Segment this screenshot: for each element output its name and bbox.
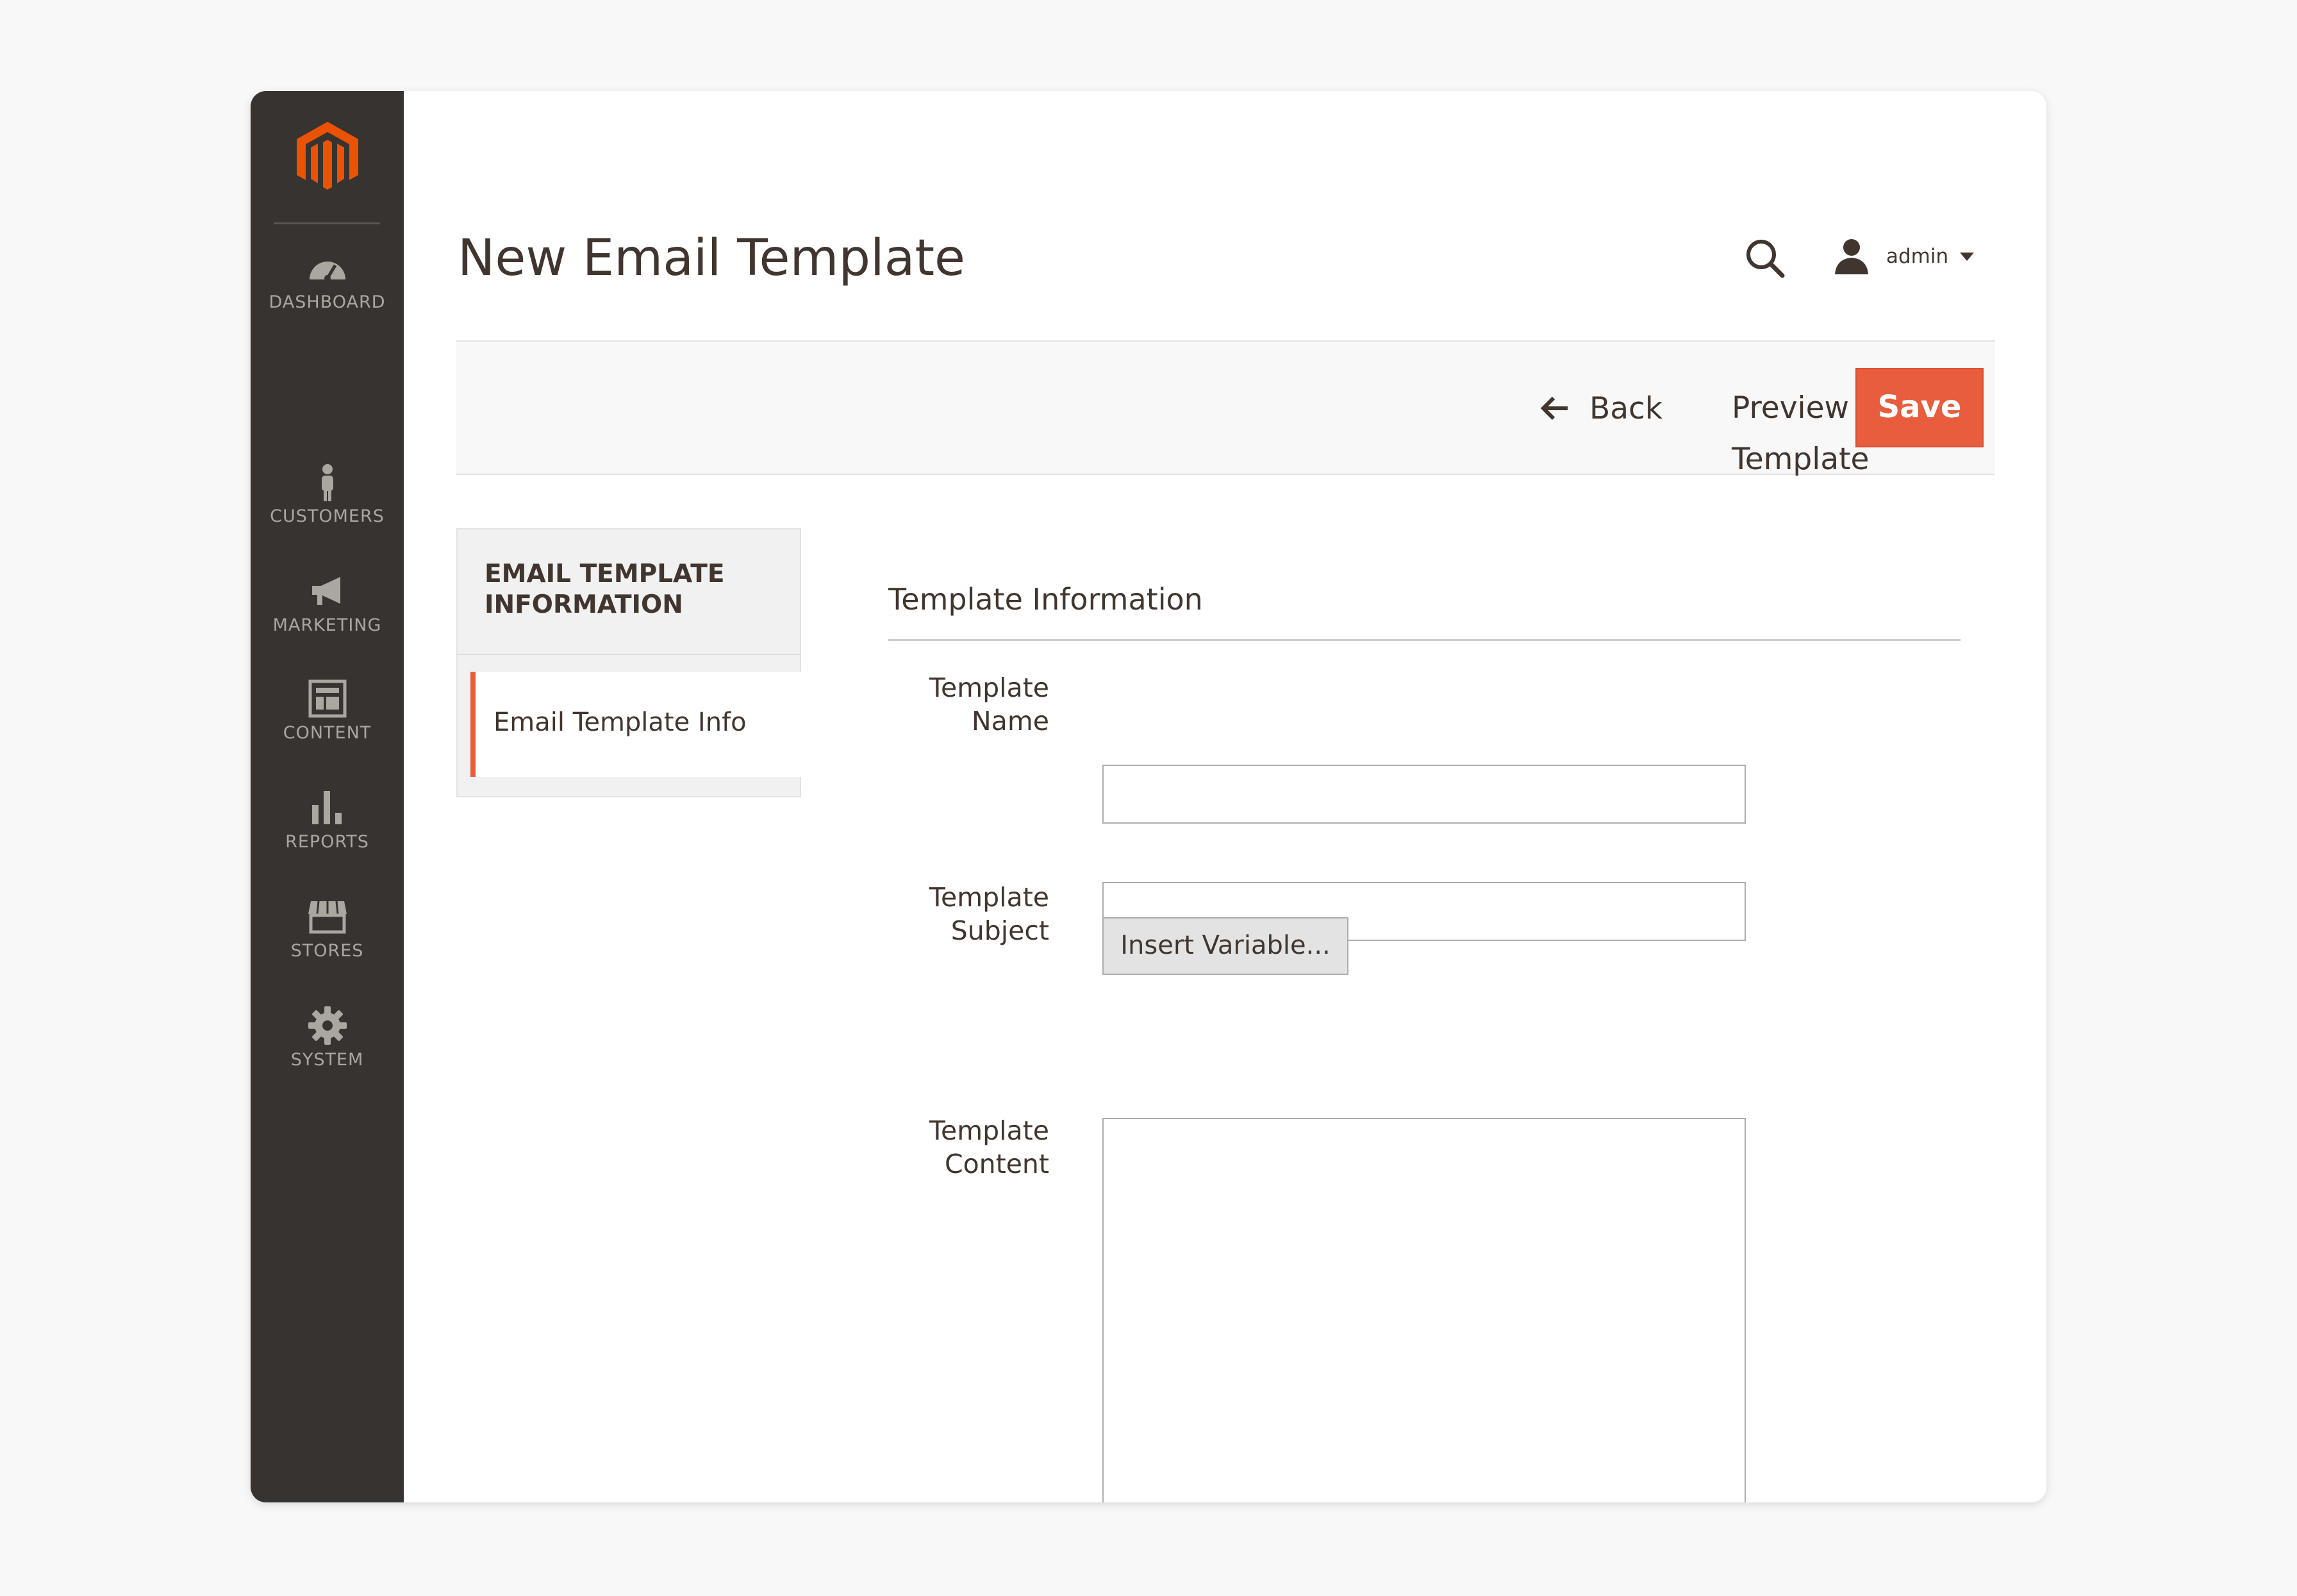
section-title: Template Information (888, 582, 1203, 617)
tabs-title-line1: EMAIL TEMPLATE (485, 560, 725, 588)
bar-chart-icon (307, 787, 348, 828)
back-label: Back (1589, 390, 1663, 426)
label-line: Template (929, 882, 1049, 913)
nav-label: STORES (290, 941, 364, 961)
section-divider (888, 639, 1961, 641)
tabs-title-line2: INFORMATION (485, 590, 683, 619)
gear-icon (307, 1005, 348, 1046)
template-content-textarea[interactable] (1102, 1118, 1746, 1502)
nav-item-reports[interactable]: REPORTS (251, 787, 404, 852)
nav-item-system[interactable]: SYSTEM (251, 1005, 404, 1070)
person-icon (307, 461, 348, 503)
template-name-label: Template Name (838, 671, 1049, 738)
page-title: New Email Template (458, 229, 966, 287)
label-line: Name (972, 706, 1049, 736)
label-line: Template (929, 1115, 1049, 1146)
nav-label: CONTENT (283, 723, 372, 743)
tab-email-template-info[interactable]: Email Template Info (470, 672, 801, 777)
nav-item-marketing[interactable]: MARKETING (251, 570, 404, 635)
speedometer-icon (307, 247, 348, 288)
nav-item-stores[interactable]: STORES (251, 896, 404, 961)
admin-username: admin (1886, 245, 1949, 268)
page-actions-bar: Back Preview Template Save (456, 340, 1995, 477)
arrow-left-icon (1539, 393, 1570, 424)
nav-label: DASHBOARD (269, 292, 386, 312)
tabs-divider (458, 654, 800, 655)
megaphone-icon (307, 570, 348, 611)
admin-window: DASHBOARD CUSTOMERS MARKETING CONTENT RE… (251, 91, 2046, 1502)
template-subject-label: Template Subject (838, 881, 1049, 947)
nav-label: REPORTS (285, 832, 369, 852)
tabs-title: EMAIL TEMPLATE INFORMATION (485, 559, 779, 620)
insert-variable-button[interactable]: Insert Variable... (1102, 917, 1348, 975)
search-icon[interactable] (1743, 236, 1787, 281)
magento-logo-icon[interactable] (297, 122, 358, 192)
nav-label: SYSTEM (290, 1050, 364, 1070)
nav-item-content[interactable]: CONTENT (251, 678, 404, 743)
admin-user-menu[interactable]: admin (1832, 233, 1975, 279)
admin-sidebar: DASHBOARD CUSTOMERS MARKETING CONTENT RE… (251, 91, 404, 1502)
template-content-label: Template Content (838, 1114, 1049, 1181)
tabs-panel: EMAIL TEMPLATE INFORMATION Email Templat… (456, 528, 801, 797)
storefront-icon (307, 896, 348, 937)
label-line: Subject (950, 915, 1049, 946)
save-button[interactable]: Save (1855, 368, 1984, 447)
nav-label: MARKETING (272, 615, 382, 635)
label-line: Template (929, 672, 1049, 703)
label-line: Content (944, 1149, 1049, 1179)
nav-label: CUSTOMERS (270, 506, 385, 526)
tab-label: Email Template Info (493, 708, 747, 737)
chevron-down-icon (1960, 252, 1975, 261)
nav-item-dashboard[interactable]: DASHBOARD (251, 247, 404, 312)
layout-icon (307, 678, 348, 719)
user-icon (1832, 237, 1871, 276)
back-button[interactable]: Back (1539, 383, 1663, 434)
nav-item-customers[interactable]: CUSTOMERS (251, 461, 404, 526)
template-name-input[interactable] (1102, 765, 1746, 824)
logo-divider (274, 222, 380, 224)
